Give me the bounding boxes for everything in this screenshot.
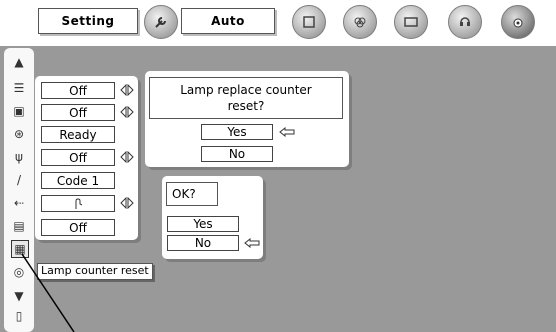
pointing-hand-icon [244,238,260,248]
lamp-reset-dialog: Lamp replace counter reset? Yes No [145,71,349,167]
confirm-no-button[interactable]: No [167,235,239,251]
yes-button[interactable]: Yes [201,124,273,140]
confirm-message: OK? [166,182,218,206]
pointing-hand-icon [279,127,295,137]
message-line-2: reset? [227,99,265,113]
no-button[interactable]: No [201,146,273,162]
lamp-reset-message: Lamp replace counter reset? [149,77,343,119]
message-line-1: Lamp replace counter [180,83,312,97]
confirm-yes-button[interactable]: Yes [167,216,239,232]
confirm-dialog: OK? Yes No [162,176,263,259]
